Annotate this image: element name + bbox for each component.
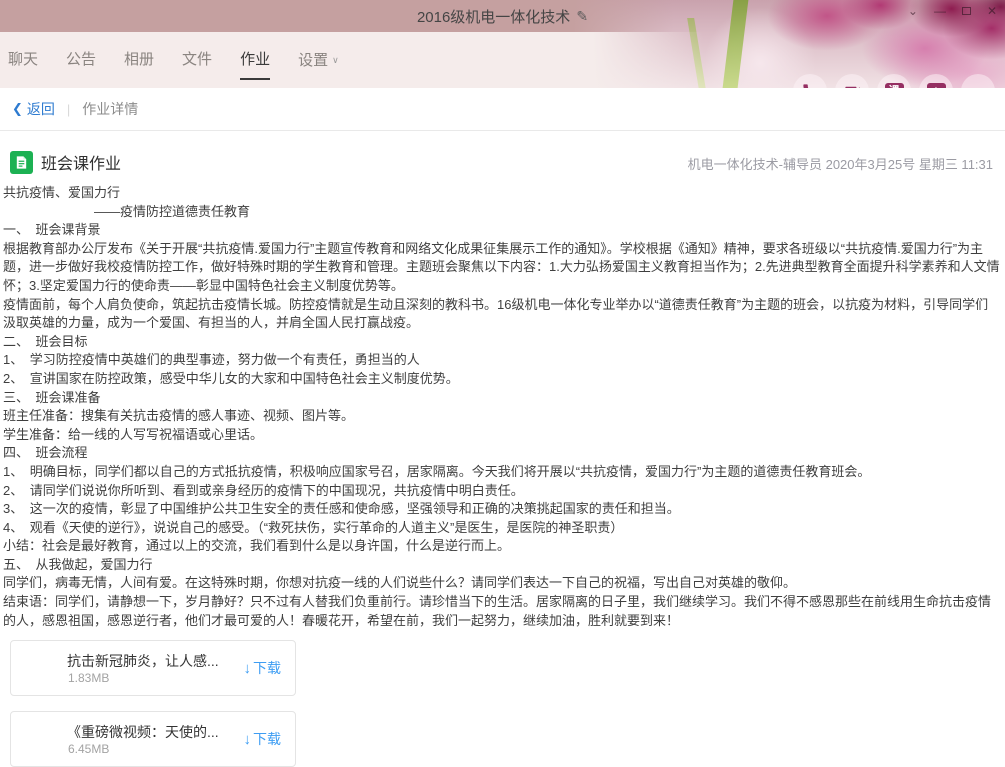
download-button[interactable]: ↓ 下载 (244, 729, 282, 749)
content-line: ——疫情防控道德责任教育 (3, 203, 1001, 222)
maximize-icon[interactable] (962, 7, 971, 15)
chevron-down-icon[interactable]: ⌄ (908, 4, 918, 18)
video-camera-icon (843, 82, 862, 89)
breadcrumb: ❮ 返回 | 作业详情 (0, 88, 1005, 131)
download-arrow-icon: ↓ (244, 731, 252, 748)
content-line: 结束语：同学们，请静想一下，岁月静好？只不过有人替我们负重前行。请珍惜当下的生活… (3, 593, 1001, 630)
homework-meta: 机电一体化技术-辅导员 2020年3月25号 星期三 11:31 (688, 154, 993, 173)
content-line: 2、 请同学们说说你所听到、看到或亲身经历的疫情下的中国现况，共抗疫情中明白责任… (3, 482, 1001, 501)
homework-title: 班会课作业 (41, 150, 121, 174)
breadcrumb-separator: | (67, 102, 70, 117)
plus-bubble-icon: + (927, 83, 946, 89)
breadcrumb-current: 作业详情 (82, 99, 138, 119)
content-line: 1、 明确目标，同学们都以自己的方式抵抗疫情，积极响应国家号召，居家隔离。今天我… (3, 463, 1001, 482)
tab-chat[interactable]: 聊天 (8, 32, 52, 88)
content-line: 疫情面前，每个人肩负使命，筑起抗击疫情长城。防控疫情就是生动且深刻的教科书。16… (3, 296, 1001, 333)
chevron-left-icon: ❮ (12, 101, 23, 117)
content-line: 三、 班会课准备 (3, 389, 1001, 408)
attachment-card[interactable]: 抗击新冠肺炎，让人感... 1.83MB ↓ 下载 (10, 640, 296, 696)
add-app-button[interactable]: + (919, 74, 953, 88)
close-icon[interactable]: ✕ (987, 4, 997, 18)
homework-content: 共抗疫情、爱国力行 ——疫情防控道德责任教育 一、 班会课背景 根据教育部办公厅… (0, 182, 1005, 630)
course-button[interactable]: 课 (877, 74, 911, 88)
attachment-list: 抗击新冠肺炎，让人感... 1.83MB ↓ 下载 《重磅微视频：天使的... … (10, 640, 1005, 767)
content-line: 4、 观看《天使的逆行》，说说自己的感受。（“救死扶伤，实行革命的人道主义”是医… (3, 519, 1001, 538)
tab-homework[interactable]: 作业 (226, 32, 284, 88)
download-label: 下载 (253, 729, 281, 749)
course-bubble-icon: 课 (885, 83, 904, 89)
content-line: 学生准备：给一线的人写写祝福语或心里话。 (3, 426, 1001, 445)
homework-doc-icon (10, 151, 33, 174)
more-icon: ••• (970, 84, 987, 89)
download-arrow-icon: ↓ (244, 660, 252, 677)
homework-header: 班会课作业 机电一体化技术-辅导员 2020年3月25号 星期三 11:31 (10, 150, 995, 174)
attachment-name: 抗击新冠肺炎，让人感... (67, 651, 219, 671)
header-actions: 课 + ••• (793, 74, 995, 88)
edit-title-icon[interactable]: ✎ (576, 8, 588, 25)
minimize-icon[interactable]: — (934, 4, 946, 18)
content-line: 班主任准备：搜集有关抗击疫情的感人事迹、视频、图片等。 (3, 407, 1001, 426)
attachment-size: 6.45MB (68, 742, 109, 756)
tab-announcement[interactable]: 公告 (52, 32, 110, 88)
tab-settings[interactable]: 设置∨ (284, 32, 353, 88)
group-header: 2016级机电一体化技术 ✎ ⌄ — ✕ 聊天 公告 相册 文件 作业 设置∨ (0, 0, 1005, 88)
content-line: 四、 班会流程 (3, 444, 1001, 463)
video-call-button[interactable] (835, 74, 869, 88)
titlebar: 2016级机电一体化技术 ✎ ⌄ — ✕ (0, 0, 1005, 32)
content-line: 2、 宣讲国家在防控政策，感受中华儿女的大家和中国特色社会主义制度优势。 (3, 370, 1001, 389)
download-button[interactable]: ↓ 下载 (244, 658, 282, 678)
voice-call-button[interactable] (793, 74, 827, 88)
content-line: 1、 学习防控疫情中英雄们的典型事迹，努力做一个有责任，勇担当的人 (3, 351, 1001, 370)
content-line: 同学们，病毒无情，人间有爱。在这特殊时期，你想对抗疫一线的人们说些什么？请同学们… (3, 574, 1001, 593)
app-window: 2016级机电一体化技术 ✎ ⌄ — ✕ 聊天 公告 相册 文件 作业 设置∨ (0, 0, 1005, 759)
tab-bar: 聊天 公告 相册 文件 作业 设置∨ 课 (0, 32, 1005, 88)
content-line: 小结：社会是最好教育，通过以上的交流，我们看到什么是以身许国，什么是逆行而上。 (3, 537, 1001, 556)
homework-detail: 班会课作业 机电一体化技术-辅导员 2020年3月25号 星期三 11:31 共… (0, 150, 1005, 767)
content-line: 五、 从我做起，爱国力行 (3, 556, 1001, 575)
content-line: 二、 班会目标 (3, 333, 1001, 352)
chevron-down-icon: ∨ (332, 55, 339, 65)
back-label: 返回 (27, 99, 55, 119)
group-title: 2016级机电一体化技术 (417, 6, 570, 27)
content-line: 一、 班会课背景 (3, 221, 1001, 240)
content-line: 3、 这一次的疫情，彰显了中国维护公共卫生安全的责任感和使命感，坚强领导和正确的… (3, 500, 1001, 519)
attachment-size: 1.83MB (68, 671, 109, 685)
more-button[interactable]: ••• (961, 74, 995, 88)
attachment-name: 《重磅微视频：天使的... (67, 722, 219, 742)
content-line: 根据教育部办公厅发布《关于开展“共抗疫情.爱国力行”主题宣传教育和网络文化成果征… (3, 240, 1001, 296)
back-button[interactable]: ❮ 返回 (12, 99, 55, 119)
download-label: 下载 (253, 658, 281, 678)
tab-list: 聊天 公告 相册 文件 作业 设置∨ (8, 32, 353, 88)
content-line: 共抗疫情、爱国力行 (3, 184, 1001, 203)
tab-album[interactable]: 相册 (110, 32, 168, 88)
tab-files[interactable]: 文件 (168, 32, 226, 88)
phone-icon (801, 82, 820, 89)
